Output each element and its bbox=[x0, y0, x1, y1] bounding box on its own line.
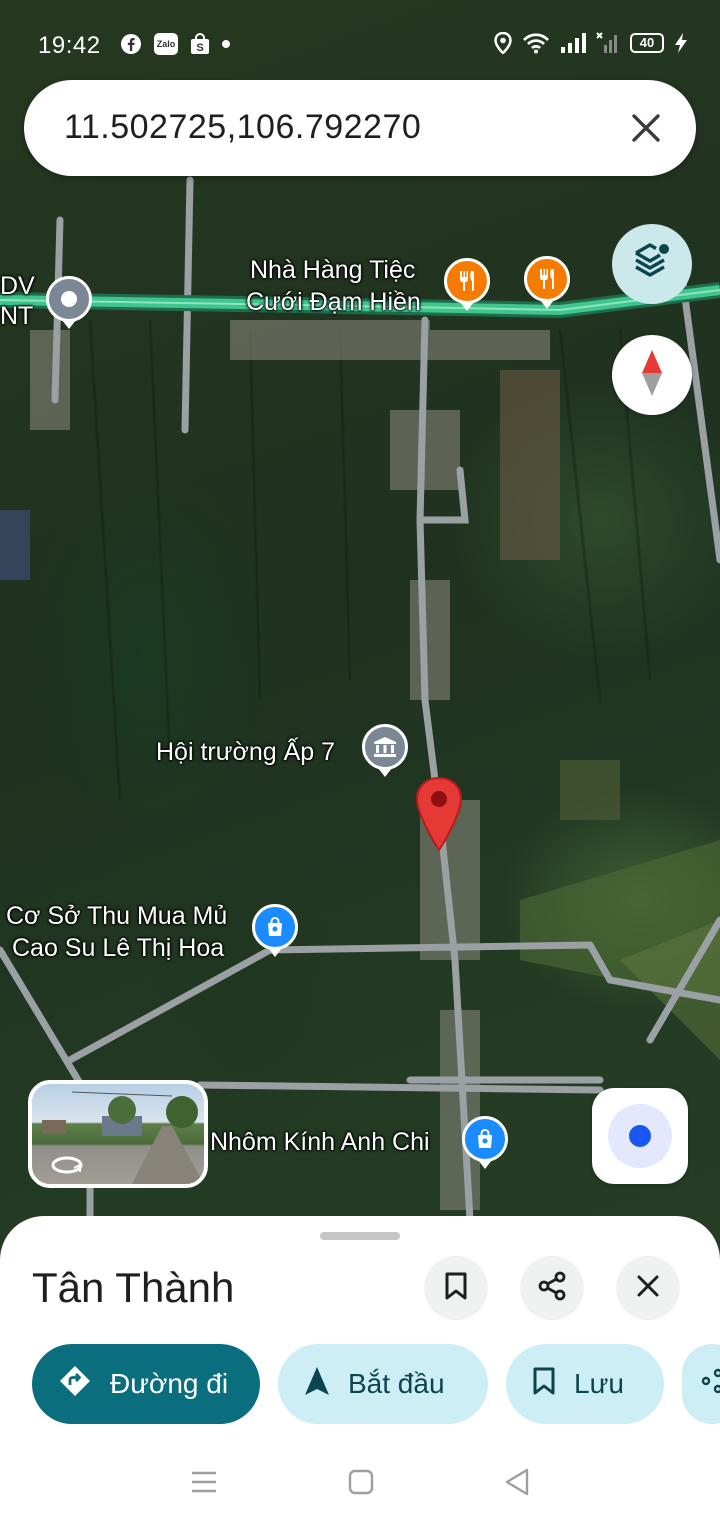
home-icon[interactable] bbox=[348, 1469, 374, 1500]
restaurant-marker-2-icon[interactable] bbox=[524, 256, 570, 302]
map-marker-gray-icon[interactable] bbox=[46, 276, 92, 322]
share-button[interactable] bbox=[520, 1256, 584, 1320]
street-view-thumbnail[interactable] bbox=[28, 1080, 208, 1188]
compass-button[interactable] bbox=[612, 335, 692, 415]
close-icon bbox=[636, 1274, 660, 1303]
shop-marker-icon[interactable] bbox=[252, 904, 298, 950]
start-button[interactable]: Bắt đầu bbox=[278, 1344, 488, 1424]
shopee-icon: S bbox=[190, 33, 210, 55]
map-label-rubber-line1: Cơ Sở Thu Mua Mủ bbox=[6, 902, 228, 930]
save-label: Lưu bbox=[574, 1368, 624, 1399]
share-chip-button[interactable] bbox=[682, 1344, 720, 1424]
zalo-icon: Zalo bbox=[154, 33, 178, 55]
status-time: 19:42 bbox=[38, 32, 101, 59]
start-label: Bắt đầu bbox=[348, 1368, 445, 1399]
map-label-hall: Hội trường Ấp 7 bbox=[156, 738, 336, 766]
my-location-icon bbox=[608, 1104, 672, 1168]
map-label-aluminum: Nhôm Kính Anh Chi bbox=[210, 1128, 430, 1156]
directions-label: Đường đi bbox=[110, 1368, 229, 1399]
directions-icon bbox=[58, 1364, 92, 1405]
drag-handle[interactable] bbox=[320, 1232, 400, 1240]
recent-apps-icon[interactable] bbox=[190, 1470, 218, 1499]
dropped-pin-icon[interactable] bbox=[414, 776, 464, 852]
facebook-icon bbox=[120, 33, 142, 55]
status-bar: 19:42 Zalo S 40 bbox=[0, 0, 720, 88]
signal-x-icon bbox=[596, 32, 620, 54]
back-icon[interactable] bbox=[504, 1468, 530, 1501]
charging-icon bbox=[674, 32, 688, 54]
my-location-button[interactable] bbox=[592, 1088, 688, 1184]
close-icon[interactable] bbox=[624, 106, 668, 150]
bookmark-button[interactable] bbox=[424, 1256, 488, 1320]
shop-marker-2-icon[interactable] bbox=[462, 1116, 508, 1162]
share-icon bbox=[700, 1368, 720, 1401]
rotate-360-icon bbox=[50, 1154, 84, 1181]
action-chips: Đường đi Bắt đầu Lưu bbox=[32, 1344, 720, 1424]
dot-icon bbox=[222, 40, 230, 48]
layers-button[interactable] bbox=[612, 224, 692, 304]
restaurant-marker-icon[interactable] bbox=[444, 258, 490, 304]
bookmark-icon bbox=[444, 1271, 468, 1306]
share-icon bbox=[537, 1271, 567, 1306]
layers-icon bbox=[630, 240, 674, 289]
map-label-restaurant-line2: Cưới Đạm Hiền bbox=[246, 288, 421, 316]
place-title: Tân Thành bbox=[32, 1264, 235, 1311]
bookmark-icon bbox=[532, 1366, 556, 1403]
compass-icon bbox=[637, 348, 667, 403]
close-sheet-button[interactable] bbox=[616, 1256, 680, 1320]
directions-button[interactable]: Đường đi bbox=[32, 1344, 260, 1424]
location-icon bbox=[494, 32, 512, 54]
system-nav-bar bbox=[0, 1448, 720, 1520]
place-bottom-sheet[interactable]: Tân Thành Đường đi Bắt đầu Lưu bbox=[0, 1216, 720, 1520]
map-label-edge-bottom: NT bbox=[0, 302, 34, 330]
save-button[interactable]: Lưu bbox=[506, 1344, 664, 1424]
map-label-rubber-line2: Cao Su Lê Thị Hoa bbox=[12, 934, 225, 962]
map-label-restaurant-line1: Nhà Hàng Tiệc bbox=[250, 256, 416, 284]
government-building-marker-icon[interactable] bbox=[362, 724, 408, 770]
search-bar[interactable]: 11.502725,106.792270 bbox=[24, 80, 696, 176]
battery-icon: 40 bbox=[630, 33, 664, 53]
svg-text:S: S bbox=[196, 42, 203, 54]
search-query[interactable]: 11.502725,106.792270 bbox=[64, 108, 421, 147]
wifi-icon bbox=[522, 32, 550, 54]
navigation-arrow-icon bbox=[304, 1366, 330, 1403]
signal-icon bbox=[560, 32, 586, 54]
map-label-edge-top: DV bbox=[0, 272, 35, 300]
